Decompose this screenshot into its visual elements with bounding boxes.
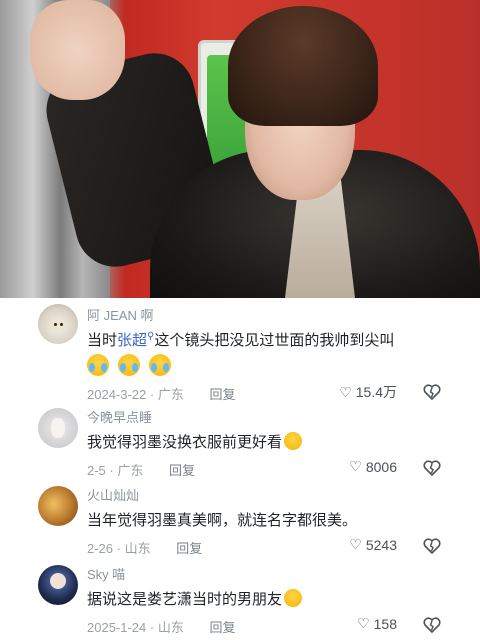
avatar[interactable] <box>38 408 78 448</box>
avatar[interactable] <box>38 486 78 526</box>
reply-button[interactable]: 回复 <box>210 620 236 635</box>
heart-icon[interactable]: ♡ <box>357 615 370 632</box>
comment-date: 2025-1-24 <box>87 620 147 635</box>
video-frame-photo[interactable] <box>0 0 480 298</box>
comment-meta: 2024-3-22 · 广东 回复 <box>87 387 236 402</box>
like-button[interactable]: ♡ 15.4万 <box>339 382 397 402</box>
comment-location: 广东 <box>117 463 144 478</box>
comment-username[interactable]: 火山灿灿 <box>87 485 139 504</box>
comment-username[interactable]: 阿 JEAN 啊 <box>87 305 153 324</box>
like-button[interactable]: ♡ 8006 <box>349 458 397 475</box>
heart-icon[interactable]: ♡ <box>349 536 362 553</box>
comment-meta: 2-26 · 山东 回复 <box>87 541 203 556</box>
comment-location: 山东 <box>124 541 151 556</box>
like-button[interactable]: ♡ 5243 <box>349 536 397 553</box>
comment-text: 我觉得羽墨没换衣服前更好看 <box>87 431 303 452</box>
comment-location: 广东 <box>157 387 184 402</box>
comment-list: 阿 JEAN 啊 当时张超⚲这个镜头把没见过世面的我帅到尖叫 2024-3-22… <box>0 298 480 640</box>
comment-text: 当年觉得羽墨真美啊，就连名字都很美。 <box>87 511 358 529</box>
comment-meta: 2025-1-24 · 山东 回复 <box>87 620 236 635</box>
crying-laugh-emoji <box>118 354 141 376</box>
hair <box>228 6 378 126</box>
crying-laugh-emoji <box>87 354 109 376</box>
broken-heart-icon[interactable] <box>422 382 442 402</box>
comment-text-part: 我觉得羽墨没换衣服前更好看 <box>87 433 283 451</box>
comment-location: 山东 <box>157 620 184 635</box>
like-button[interactable]: ♡ 158 <box>357 615 397 632</box>
comment-date: 2024-3-22 <box>87 387 147 402</box>
comment-text-part: 据说这是娄艺潇当时的男朋友 <box>87 590 283 608</box>
mention-link[interactable]: 张超⚲ <box>117 331 154 349</box>
broken-heart-icon[interactable] <box>422 615 442 635</box>
emoji-row <box>87 354 175 376</box>
reply-button[interactable]: 回复 <box>210 387 236 402</box>
hand <box>30 0 125 100</box>
heart-icon[interactable]: ♡ <box>339 384 352 401</box>
comment-text-part: 这个镜头把没见过世面的我帅到尖叫 <box>154 331 395 349</box>
reply-button[interactable]: 回复 <box>176 541 202 556</box>
comment-meta: 2-5 · 广东 回复 <box>87 463 196 478</box>
wink-emoji <box>284 432 303 450</box>
like-count: 8006 <box>365 458 397 475</box>
comment-text: 当时张超⚲这个镜头把没见过世面的我帅到尖叫 <box>87 329 394 350</box>
mention-name[interactable]: 张超 <box>117 331 147 349</box>
reply-button[interactable]: 回复 <box>169 463 195 478</box>
comment-date: 2-26 <box>87 541 114 556</box>
broken-heart-icon[interactable] <box>422 536 442 556</box>
avatar[interactable] <box>38 304 78 344</box>
avatar[interactable] <box>38 565 78 605</box>
like-count: 15.4万 <box>355 384 397 400</box>
comment-date: 2-5 <box>87 463 106 478</box>
crying-laugh-emoji <box>149 354 172 376</box>
comment-username[interactable]: Sky 喵 <box>87 564 125 583</box>
like-count: 158 <box>373 615 397 632</box>
like-count: 5243 <box>365 536 397 553</box>
heart-icon[interactable]: ♡ <box>349 458 362 475</box>
comment-text: 据说这是娄艺潇当时的男朋友 <box>87 588 303 609</box>
broken-heart-icon[interactable] <box>422 458 442 478</box>
comment-text-part: 当时 <box>87 331 118 349</box>
comment-username[interactable]: 今晚早点睡 <box>87 407 152 426</box>
smile-emoji <box>284 589 303 607</box>
